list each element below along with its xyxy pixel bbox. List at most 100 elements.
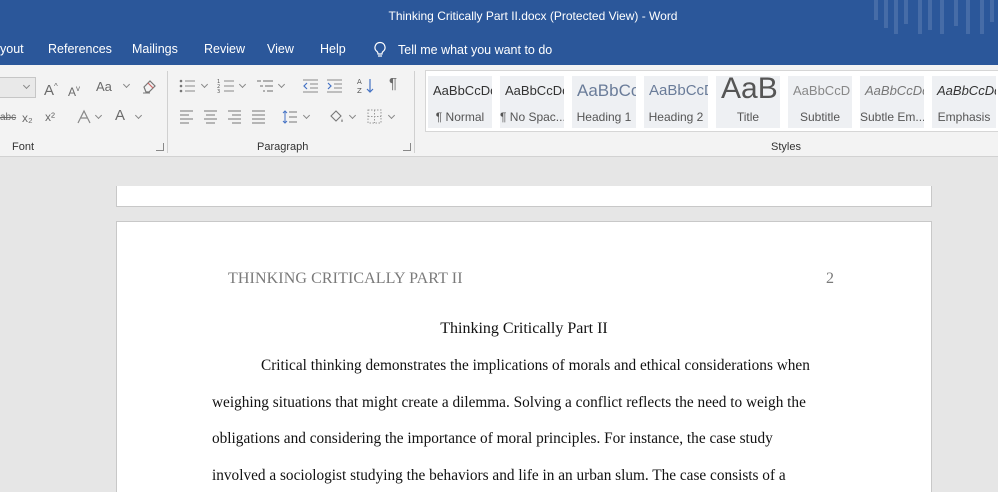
style-sample: AaBbCcDc [937, 83, 996, 98]
style-sample: AaBbCcDc [433, 83, 492, 98]
align-left-button[interactable] [179, 110, 194, 124]
styles-group-label: Styles [771, 141, 801, 153]
tab-review[interactable]: Review [204, 42, 245, 56]
align-right-icon [228, 110, 241, 124]
body-line: Critical thinking demonstrates the impli… [261, 357, 810, 374]
style-no-spacing[interactable]: AaBbCcDc ¶ No Spac... [500, 76, 564, 128]
title-bar-decoration [868, 0, 998, 34]
text-effects-button[interactable] [76, 109, 92, 125]
style-sample: AaBbCcD [649, 82, 708, 99]
document-title: Thinking Critically Part II [440, 320, 608, 337]
document-page[interactable]: THINKING CRITICALLY PART II 2 Thinking C… [116, 221, 932, 492]
borders-button[interactable] [367, 109, 382, 124]
paint-bucket-icon [330, 110, 343, 122]
align-center-button[interactable] [203, 110, 218, 124]
chevron-down-icon [302, 111, 311, 120]
tab-view[interactable]: View [267, 42, 294, 56]
style-name: Emphasis [937, 110, 991, 124]
numbered-list-icon: 1 2 3 [217, 79, 234, 94]
svg-text:3: 3 [217, 89, 220, 94]
body-line: weighing situations that might create a … [212, 394, 806, 411]
paragraph-group-label: Paragraph [257, 141, 309, 153]
style-subtle-emphasis[interactable]: AaBbCcDc Subtle Em... [860, 76, 924, 128]
running-header: THINKING CRITICALLY PART II [228, 270, 463, 287]
sort-button[interactable]: A Z [357, 77, 375, 95]
eraser-icon [143, 80, 156, 94]
bullets-button[interactable] [178, 78, 196, 94]
align-center-icon [204, 110, 217, 124]
window-title: Thinking Critically Part II.docx (Protec… [388, 9, 678, 23]
tab-references[interactable]: References [48, 42, 112, 56]
change-case-button[interactable]: Aa [96, 80, 112, 94]
strikethrough-button[interactable]: abc [0, 111, 16, 125]
style-name: Subtitle [799, 110, 841, 124]
multilevel-list-icon [257, 80, 273, 92]
align-left-icon [180, 110, 193, 124]
tell-me-search[interactable]: Tell me what you want to do [372, 41, 552, 58]
chevron-down-icon [134, 111, 143, 120]
svg-text:A: A [357, 78, 362, 86]
style-normal[interactable]: AaBbCcDc ¶ Normal [428, 76, 492, 128]
style-sample: AaBbCcDc [505, 83, 564, 98]
bullet-list-icon [179, 79, 195, 93]
lightbulb-icon [374, 41, 386, 57]
style-name: Heading 1 [576, 110, 632, 124]
shading-button[interactable] [328, 108, 345, 125]
styles-gallery: AaBbCcDc ¶ Normal AaBbCcDc ¶ No Spac... … [425, 70, 998, 132]
increase-indent-button[interactable] [326, 78, 343, 94]
chevron-down-icon [348, 111, 357, 120]
text-effects-icon [77, 109, 91, 124]
chevron-down-icon [387, 111, 396, 120]
style-heading-2[interactable]: AaBbCcD Heading 2 [644, 76, 708, 128]
sort-icon: A Z [357, 78, 374, 95]
tab-help[interactable]: Help [320, 42, 346, 56]
ribbon: A^ Av Aa abc x₂ x² A Font 1 2 3 A Z ¶ Pa… [0, 65, 998, 157]
justify-button[interactable] [251, 110, 266, 124]
clear-formatting-button[interactable] [141, 78, 158, 95]
style-name: ¶ Normal [435, 110, 485, 124]
font-size-dropdown[interactable] [0, 77, 36, 98]
borders-icon [367, 109, 382, 124]
grow-font-button[interactable]: A^ [44, 80, 58, 98]
font-color-button[interactable]: A [115, 108, 125, 123]
decrease-indent-button[interactable] [302, 78, 319, 94]
align-right-button[interactable] [227, 110, 242, 124]
ribbon-tabs: yout References Mailings Review View Hel… [0, 34, 998, 65]
line-spacing-button[interactable] [282, 109, 298, 125]
style-sample: AaB [721, 76, 778, 105]
numbering-button[interactable]: 1 2 3 [217, 78, 235, 94]
tab-layout[interactable]: yout [0, 42, 24, 56]
body-line: obligations and considering the importan… [212, 430, 773, 447]
paragraph-dialog-launcher[interactable] [403, 143, 411, 151]
style-name: Subtle Em... [860, 110, 924, 124]
group-separator [414, 71, 415, 153]
style-name: Title [736, 110, 760, 124]
style-title[interactable]: AaB Title [716, 76, 780, 128]
font-group-label: Font [12, 141, 35, 153]
pilcrow-icon: ¶ [389, 75, 398, 92]
style-subtitle[interactable]: AaBbCcD Subtitle [788, 76, 852, 128]
increase-indent-icon [327, 79, 342, 93]
decrease-indent-icon [303, 79, 318, 93]
chevron-down-icon [238, 80, 247, 89]
style-sample: AaBbCcDc [865, 83, 924, 98]
subscript-button[interactable]: x₂ [22, 111, 33, 125]
tab-mailings[interactable]: Mailings [132, 42, 178, 56]
chevron-down-icon [94, 111, 103, 120]
line-spacing-icon [282, 110, 297, 124]
svg-text:Z: Z [357, 87, 362, 95]
style-name: Heading 2 [648, 110, 704, 124]
title-bar: Thinking Critically Part II.docx (Protec… [0, 0, 998, 34]
style-sample: AaBbCc [577, 81, 636, 100]
chevron-down-icon [122, 80, 131, 89]
justify-icon [252, 110, 265, 124]
show-formatting-button[interactable]: ¶ [389, 75, 398, 92]
style-heading-1[interactable]: AaBbCc Heading 1 [572, 76, 636, 128]
font-dialog-launcher[interactable] [156, 143, 164, 151]
style-emphasis[interactable]: AaBbCcDc Emphasis [932, 76, 996, 128]
style-name: ¶ No Spac... [500, 110, 564, 124]
superscript-button[interactable]: x² [45, 110, 55, 124]
multilevel-list-button[interactable] [256, 78, 274, 94]
shrink-font-button[interactable]: Av [68, 82, 80, 99]
tell-me-label: Tell me what you want to do [398, 42, 553, 57]
